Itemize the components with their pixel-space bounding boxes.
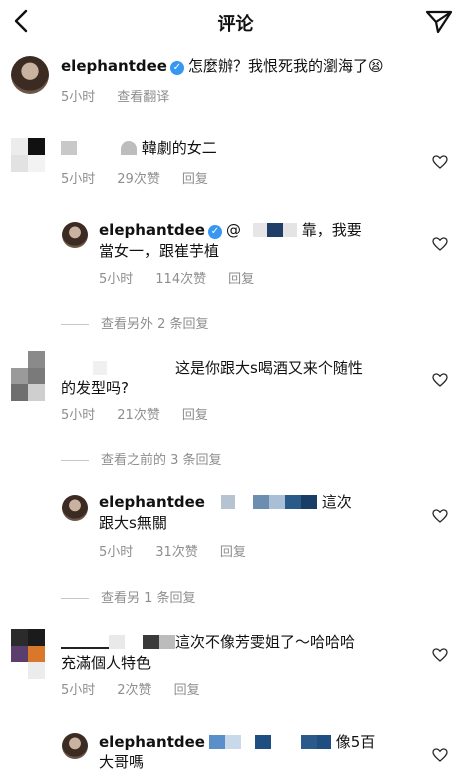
mention[interactable]: @ bbox=[226, 221, 241, 239]
reply-button[interactable]: 回复 bbox=[220, 545, 246, 560]
verified-badge-icon: ✓ bbox=[207, 225, 222, 239]
reply-text: elephantdee ✓ @ 靠，我要 bbox=[99, 221, 362, 239]
send-icon[interactable] bbox=[424, 9, 454, 35]
like-count[interactable]: 31次赞 bbox=[155, 545, 198, 560]
avatar[interactable] bbox=[11, 351, 45, 401]
comment-text-line2: 的发型吗? bbox=[61, 379, 129, 397]
timestamp: 5小时 bbox=[99, 545, 134, 560]
reply-text-line2: 跟大s無關 bbox=[99, 514, 167, 532]
reply-button[interactable]: 回复 bbox=[228, 272, 254, 287]
avatar[interactable] bbox=[11, 138, 45, 172]
timestamp: 5小时 bbox=[61, 408, 96, 423]
username[interactable]: elephantdee bbox=[61, 57, 167, 75]
heart-icon[interactable] bbox=[432, 373, 448, 387]
username[interactable]: elephantdee bbox=[99, 221, 205, 239]
avatar[interactable] bbox=[62, 733, 88, 759]
like-count[interactable]: 21次赞 bbox=[117, 408, 160, 423]
like-count[interactable]: 29次赞 bbox=[117, 172, 160, 187]
post-meta: 5小时 查看翻译 bbox=[61, 86, 191, 105]
translate-link[interactable]: 查看翻译 bbox=[117, 90, 169, 105]
timestamp: 5小时 bbox=[61, 683, 96, 698]
reply-button[interactable]: 回复 bbox=[182, 408, 208, 423]
heart-icon[interactable] bbox=[432, 648, 448, 662]
comment-text: 这是你跟大s喝酒又来个随性 bbox=[61, 357, 363, 379]
comment-text-line2: 充滿個人特色 bbox=[61, 654, 152, 672]
view-more-replies[interactable]: 查看另 1 条回复 bbox=[61, 587, 196, 606]
comment-meta: 5小时 29次赞 回复 bbox=[61, 168, 230, 187]
heart-icon[interactable] bbox=[432, 748, 448, 762]
like-count[interactable]: 114次赞 bbox=[155, 272, 206, 287]
verified-badge-icon: ✓ bbox=[169, 61, 184, 75]
page-title: 评论 bbox=[217, 14, 254, 35]
view-more-replies[interactable]: 查看另外 2 条回复 bbox=[61, 313, 209, 332]
comment-text: 韓劇的女二 bbox=[61, 137, 217, 159]
timestamp: 5小时 bbox=[61, 172, 96, 187]
blurred-username bbox=[61, 141, 77, 155]
comment-meta: 5小时 2次赞 回复 bbox=[61, 679, 222, 698]
comment-text: 這次不像芳雯姐了～哈哈哈 bbox=[61, 631, 355, 653]
reply-meta: 5小时 114次赞 回复 bbox=[99, 268, 276, 287]
avatar[interactable] bbox=[11, 629, 45, 679]
view-previous-replies[interactable]: 查看之前的 3 条回复 bbox=[61, 449, 222, 468]
reply-text: elephantdee 像5百 bbox=[99, 733, 376, 751]
post-caption: elephantdee ✓ 怎麼辦？我恨死我的瀏海了😫 bbox=[61, 55, 384, 77]
reply-text-line2: 當女一，跟崔芋植 bbox=[99, 242, 220, 260]
username[interactable]: elephantdee bbox=[99, 733, 205, 751]
timestamp: 5小时 bbox=[61, 90, 96, 105]
comment-meta: 5小时 21次赞 回复 bbox=[61, 404, 230, 423]
heart-icon[interactable] bbox=[432, 509, 448, 523]
heart-icon[interactable] bbox=[432, 237, 448, 251]
caption-text: 怎麼辦？我恨死我的瀏海了😫 bbox=[187, 57, 384, 75]
reply-button[interactable]: 回复 bbox=[174, 683, 200, 698]
avatar[interactable] bbox=[62, 495, 88, 521]
heart-icon[interactable] bbox=[432, 155, 448, 169]
timestamp: 5小时 bbox=[99, 272, 134, 287]
reply-button[interactable]: 回复 bbox=[182, 172, 208, 187]
reply-meta: 5小时 31次赞 回复 bbox=[99, 541, 268, 560]
reply-text: elephantdee 這次 bbox=[99, 493, 352, 511]
like-count[interactable]: 2次赞 bbox=[117, 683, 151, 698]
avatar[interactable] bbox=[11, 56, 49, 94]
avatar[interactable] bbox=[62, 222, 88, 248]
username[interactable]: elephantdee bbox=[99, 493, 205, 511]
reply-text-line2: 大哥嗎 bbox=[99, 753, 145, 771]
